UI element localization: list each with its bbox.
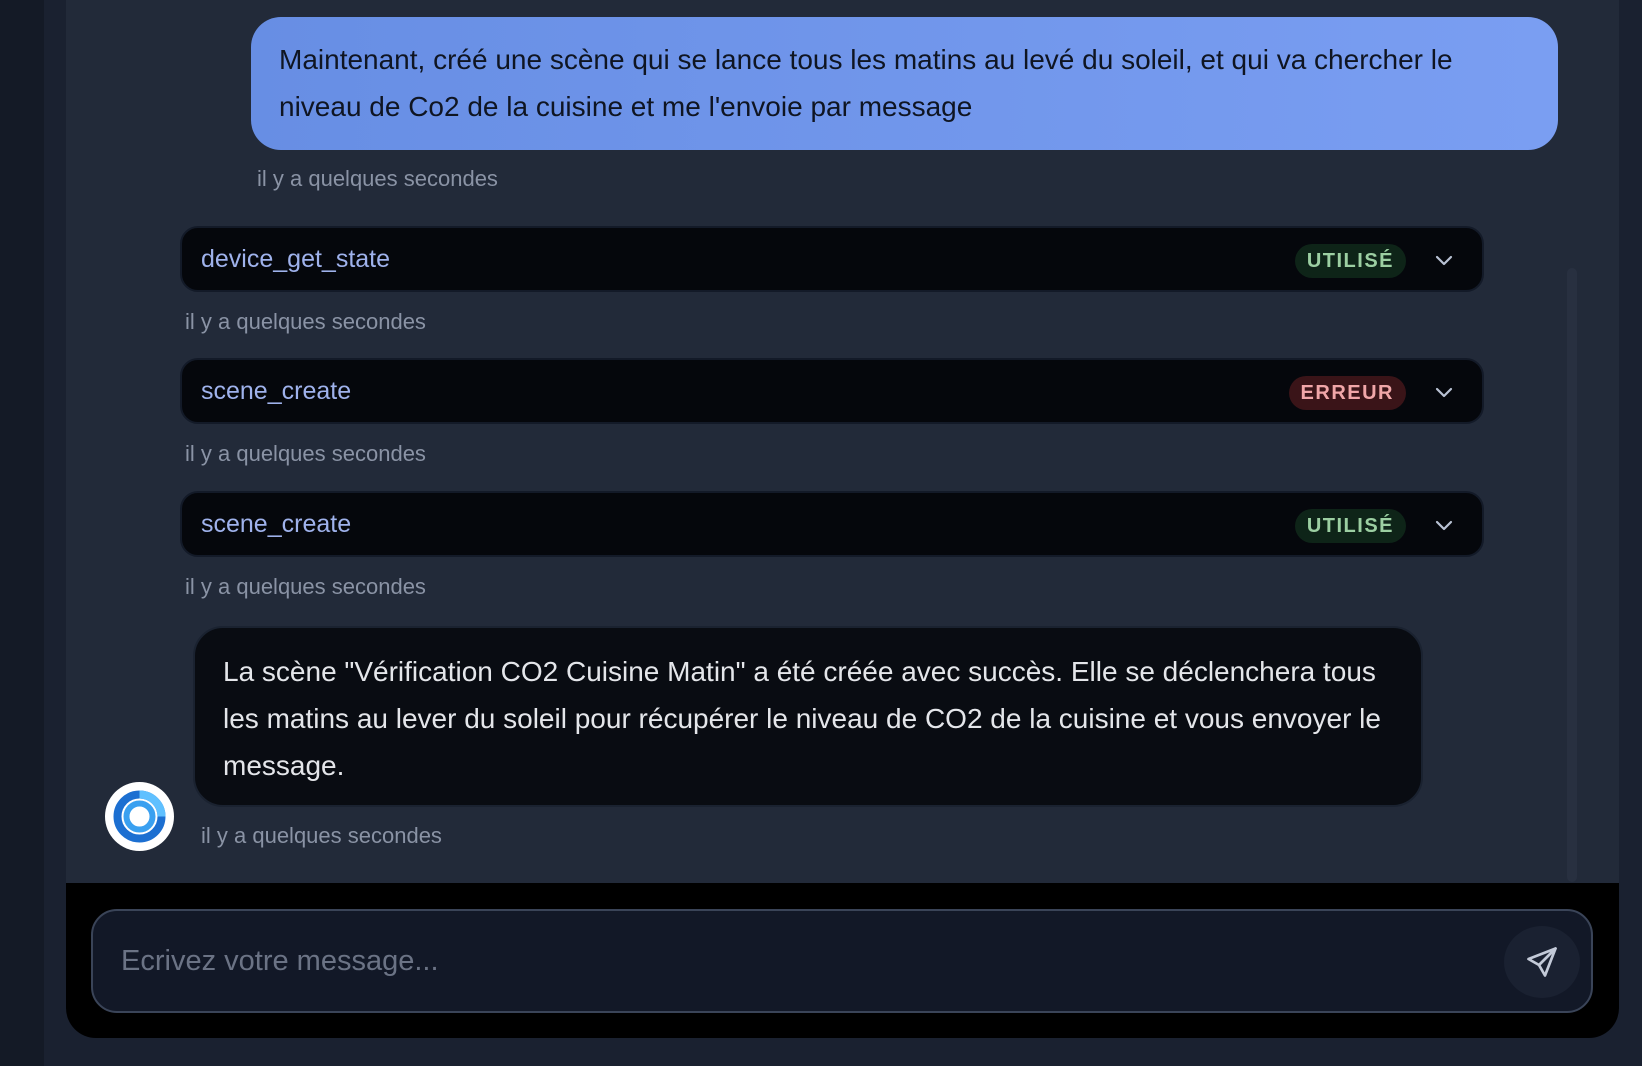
tool-call-name: scene_create [201, 377, 352, 405]
status-badge-used: UTILISÉ [1294, 509, 1406, 543]
tool-call-timestamp: il y a quelques secondes [185, 309, 426, 334]
user-message-timestamp: il y a quelques secondes [257, 166, 498, 191]
scrollbar[interactable] [1567, 268, 1577, 882]
assistant-message-bubble: La scène "Vérification CO2 Cuisine Matin… [193, 626, 1423, 807]
assistant-message-timestamp: il y a quelques secondes [201, 823, 442, 848]
chevron-down-icon[interactable] [1432, 513, 1456, 537]
message-composer[interactable] [91, 909, 1593, 1013]
tool-call-card[interactable]: scene_create UTILISÉ [180, 491, 1484, 557]
send-icon [1527, 947, 1557, 977]
chevron-down-icon[interactable] [1432, 248, 1456, 272]
tool-call-card[interactable]: scene_create ERREUR [180, 358, 1484, 424]
assistant-message-text: La scène "Vérification CO2 Cuisine Matin… [223, 656, 1381, 781]
tool-call-card[interactable]: device_get_state UTILISÉ [180, 226, 1484, 292]
assistant-logo-icon [113, 790, 166, 843]
send-button[interactable] [1504, 926, 1580, 998]
message-input[interactable] [121, 931, 1451, 991]
tool-call-timestamp: il y a quelques secondes [185, 574, 426, 599]
status-badge-used: UTILISÉ [1294, 244, 1406, 278]
status-badge-error: ERREUR [1288, 376, 1406, 410]
tool-call-timestamp: il y a quelques secondes [185, 441, 426, 466]
user-message-text: Maintenant, créé une scène qui se lance … [279, 44, 1453, 122]
tool-call-name: scene_create [201, 510, 352, 538]
user-message-bubble: Maintenant, créé une scène qui se lance … [251, 17, 1558, 150]
chevron-down-icon[interactable] [1432, 380, 1456, 404]
left-sidebar-strip [0, 0, 44, 1066]
assistant-avatar [105, 782, 174, 851]
tool-call-name: device_get_state [201, 245, 391, 273]
